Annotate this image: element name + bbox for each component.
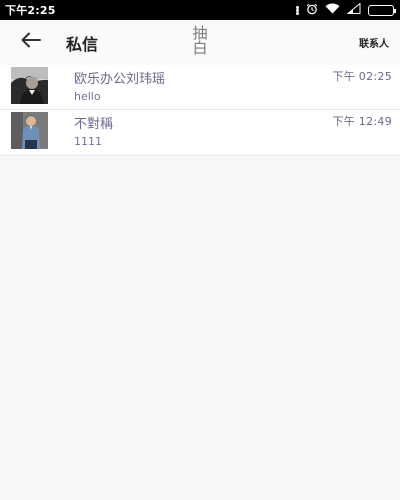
back-arrow-icon [21,32,41,52]
status-icons [296,2,396,18]
contact-name: 欧乐办公刘玮瑶 [74,72,166,87]
contacts-button[interactable]: 联系人 [359,35,389,50]
status-bar: 下午2:25 [0,0,400,20]
message-list: 欧乐办公刘玮瑶 下午 02:25 hello 不對稱 下午 12:49 1111 [0,65,400,156]
message-preview: 1111 [74,135,102,148]
dots-icon [296,5,299,15]
back-button[interactable] [18,30,44,54]
message-time: 下午 02:25 [332,70,392,83]
wifi-icon [325,3,340,17]
message-preview: hello [74,90,101,103]
status-time: 下午2:25 [5,4,56,17]
battery-icon [368,4,396,16]
avatar [11,112,48,149]
page-title: 私信 [66,35,99,54]
message-row[interactable]: 欧乐办公刘玮瑶 下午 02:25 hello [0,65,400,110]
watermark-logo: 抽白 [192,24,208,57]
signal-icon [346,2,361,17]
message-time: 下午 12:49 [332,115,392,128]
contact-name: 不對稱 [74,117,114,132]
avatar [11,67,48,104]
alarm-icon [306,3,318,18]
message-row[interactable]: 不對稱 下午 12:49 1111 [0,110,400,156]
app-header: 私信 抽白 联系人 [0,20,400,65]
